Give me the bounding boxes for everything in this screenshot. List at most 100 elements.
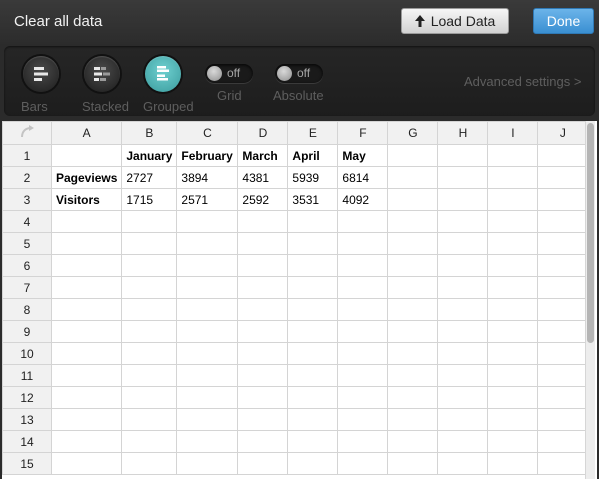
row-number[interactable]: 7 xyxy=(2,276,52,299)
cell[interactable] xyxy=(121,386,178,409)
cell[interactable] xyxy=(176,364,239,387)
cell[interactable] xyxy=(387,320,439,343)
cell[interactable] xyxy=(287,430,339,453)
cell[interactable] xyxy=(337,298,389,321)
column-header[interactable]: I xyxy=(487,121,539,145)
cell[interactable] xyxy=(176,210,239,233)
cell[interactable]: 1715 xyxy=(121,188,178,211)
row-number[interactable]: 11 xyxy=(2,364,52,387)
cell[interactable] xyxy=(537,144,589,167)
cell[interactable]: January xyxy=(121,144,178,167)
cell[interactable] xyxy=(176,342,239,365)
column-header[interactable]: G xyxy=(387,121,439,145)
cell[interactable] xyxy=(537,430,589,453)
cell[interactable] xyxy=(287,298,339,321)
cell[interactable] xyxy=(237,386,289,409)
cell[interactable]: 5939 xyxy=(287,166,339,189)
row-number[interactable]: 9 xyxy=(2,320,52,343)
cell[interactable] xyxy=(121,254,178,277)
cell[interactable] xyxy=(50,144,123,167)
cell[interactable] xyxy=(437,144,489,167)
cell[interactable] xyxy=(121,276,178,299)
cell[interactable] xyxy=(537,342,589,365)
cell[interactable] xyxy=(487,452,539,475)
column-header[interactable]: J xyxy=(537,121,589,145)
cell[interactable] xyxy=(387,364,439,387)
cell[interactable] xyxy=(50,452,123,475)
cell[interactable] xyxy=(487,276,539,299)
cell[interactable]: 2571 xyxy=(176,188,239,211)
cell[interactable] xyxy=(287,320,339,343)
cell[interactable] xyxy=(237,276,289,299)
cell[interactable] xyxy=(437,166,489,189)
cell[interactable] xyxy=(487,386,539,409)
cell[interactable] xyxy=(337,320,389,343)
cell[interactable] xyxy=(287,232,339,255)
cell[interactable]: February xyxy=(176,144,239,167)
cell[interactable] xyxy=(287,364,339,387)
row-number[interactable]: 6 xyxy=(2,254,52,277)
cell[interactable] xyxy=(50,342,123,365)
cell[interactable] xyxy=(437,276,489,299)
cell[interactable] xyxy=(437,298,489,321)
cell[interactable] xyxy=(337,364,389,387)
cell[interactable] xyxy=(287,408,339,431)
cell[interactable] xyxy=(387,386,439,409)
row-number[interactable]: 12 xyxy=(2,386,52,409)
cell[interactable] xyxy=(50,254,123,277)
cell[interactable] xyxy=(287,386,339,409)
cell[interactable]: 3531 xyxy=(287,188,339,211)
cell[interactable] xyxy=(50,276,123,299)
row-number[interactable]: 5 xyxy=(2,232,52,255)
cell[interactable] xyxy=(237,254,289,277)
cell[interactable] xyxy=(437,320,489,343)
row-number[interactable]: 3 xyxy=(2,188,52,211)
row-number[interactable]: 15 xyxy=(2,452,52,475)
cell[interactable] xyxy=(237,232,289,255)
load-data-button[interactable]: Load Data xyxy=(401,8,509,34)
cell[interactable] xyxy=(387,166,439,189)
cell[interactable] xyxy=(337,276,389,299)
cell[interactable] xyxy=(387,408,439,431)
cell[interactable] xyxy=(287,342,339,365)
cell[interactable] xyxy=(537,188,589,211)
grid-toggle[interactable]: off xyxy=(205,64,253,83)
cell[interactable] xyxy=(437,254,489,277)
cell[interactable] xyxy=(487,430,539,453)
cell[interactable] xyxy=(337,430,389,453)
grouped-chart-button[interactable] xyxy=(145,56,181,92)
cell[interactable] xyxy=(337,386,389,409)
cell[interactable] xyxy=(121,232,178,255)
cell[interactable] xyxy=(487,232,539,255)
cell[interactable] xyxy=(50,298,123,321)
cell[interactable] xyxy=(287,254,339,277)
cell[interactable] xyxy=(487,408,539,431)
column-header[interactable]: F xyxy=(337,121,389,145)
cell[interactable]: Visitors xyxy=(50,188,123,211)
cell[interactable] xyxy=(487,254,539,277)
cell[interactable] xyxy=(487,320,539,343)
cell[interactable]: April xyxy=(287,144,339,167)
cell[interactable] xyxy=(50,430,123,453)
cell[interactable] xyxy=(487,210,539,233)
cell[interactable] xyxy=(387,430,439,453)
cell[interactable] xyxy=(537,364,589,387)
corner-cell[interactable] xyxy=(2,121,52,145)
cell[interactable] xyxy=(50,232,123,255)
cell[interactable] xyxy=(50,386,123,409)
clear-all-data-link[interactable]: Clear all data xyxy=(14,13,102,30)
cell[interactable] xyxy=(487,298,539,321)
stacked-chart-button[interactable] xyxy=(84,56,120,92)
cell[interactable] xyxy=(387,144,439,167)
cell[interactable] xyxy=(437,452,489,475)
absolute-toggle[interactable]: off xyxy=(275,64,323,83)
cell[interactable] xyxy=(50,364,123,387)
cell[interactable] xyxy=(487,188,539,211)
cell[interactable] xyxy=(487,166,539,189)
cell[interactable] xyxy=(537,386,589,409)
vertical-scrollbar[interactable] xyxy=(585,121,595,479)
done-button[interactable]: Done xyxy=(533,8,594,34)
cell[interactable] xyxy=(437,408,489,431)
cell[interactable] xyxy=(437,188,489,211)
cell[interactable] xyxy=(237,320,289,343)
